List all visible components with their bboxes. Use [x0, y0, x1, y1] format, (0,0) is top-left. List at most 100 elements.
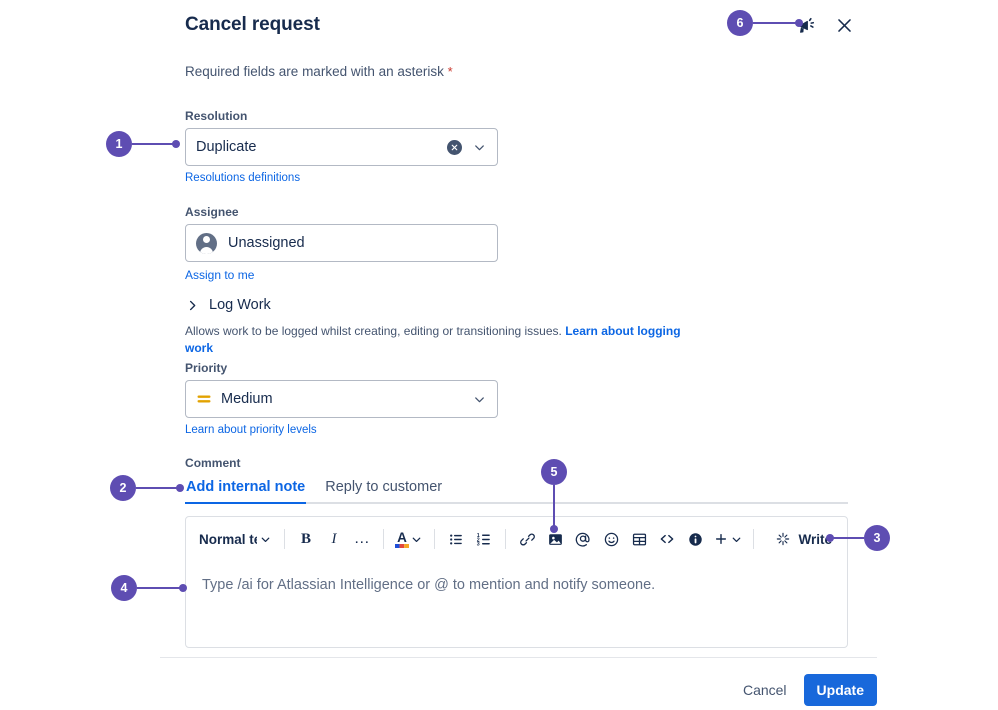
annotation-badge-2: 2 — [110, 475, 136, 501]
italic-button[interactable]: I — [321, 526, 347, 552]
text-format-group: B I … — [293, 526, 375, 552]
annotation-leader-line — [136, 486, 180, 489]
svg-text:3: 3 — [476, 541, 479, 547]
person-avatar-icon — [196, 232, 217, 254]
link-button[interactable] — [514, 526, 540, 552]
chevron-down-icon — [732, 537, 741, 542]
annotation-badge-3: 3 — [864, 525, 890, 551]
update-button[interactable]: Update — [803, 674, 877, 706]
mention-button[interactable] — [570, 526, 596, 552]
comment-placeholder: Type /ai for Atlassian Intelligence or @… — [202, 577, 656, 593]
annotation-endpoint-dot — [179, 584, 187, 592]
log-work-label: Log Work — [209, 297, 271, 313]
ai-sparkle-icon — [775, 531, 791, 547]
more-formatting-label: … — [353, 530, 371, 547]
dialog-footer: Cancel Update — [185, 672, 877, 708]
list-group: 1 2 3 — [443, 526, 497, 552]
required-asterisk: * — [447, 64, 453, 79]
text-style-select[interactable]: Normal text — [195, 529, 276, 550]
comment-editor: Normal text B I … — [185, 516, 848, 648]
bold-button[interactable]: B — [293, 526, 319, 552]
info-panel-button[interactable] — [682, 526, 708, 552]
comment-section: Comment Add internal note Reply to custo… — [185, 456, 848, 504]
annotation-callout-2: 2 — [110, 475, 184, 501]
annotation-callout-4: 4 — [111, 575, 187, 601]
log-work-description-text: Allows work to be logged whilst creating… — [185, 324, 562, 338]
required-fields-text: Required fields are marked with an aster… — [185, 64, 444, 79]
comment-editor-body[interactable]: Type /ai for Atlassian Intelligence or @… — [186, 561, 847, 593]
required-fields-note: Required fields are marked with an aster… — [185, 64, 453, 79]
code-button[interactable] — [654, 526, 680, 552]
resolution-value: Duplicate — [196, 139, 257, 155]
log-work-description: Allows work to be logged whilst creating… — [185, 323, 705, 357]
more-formatting-button[interactable]: … — [349, 526, 375, 552]
numbered-list-button[interactable]: 1 2 3 — [471, 526, 497, 552]
toolbar-divider — [383, 529, 384, 549]
toolbar-divider — [434, 529, 435, 549]
close-icon[interactable] — [831, 12, 857, 38]
annotation-endpoint-dot — [172, 140, 180, 148]
resolution-select[interactable]: Duplicate — [185, 128, 498, 166]
assignee-select[interactable]: Unassigned — [185, 224, 498, 262]
resolution-field: Resolution Duplicate Resolutions definit… — [185, 109, 498, 186]
annotation-leader-line — [132, 142, 176, 145]
priority-value: Medium — [221, 391, 273, 407]
chevron-down-icon[interactable] — [472, 392, 487, 407]
annotation-callout-1: 1 — [106, 131, 180, 157]
annotation-leader-line — [753, 21, 799, 24]
assignee-value: Unassigned — [228, 235, 305, 251]
clear-icon[interactable] — [447, 139, 462, 155]
assignee-field: Assignee Unassigned Assign to me — [185, 205, 498, 284]
learn-about-priority-levels-link[interactable]: Learn about priority levels — [185, 424, 317, 436]
annotation-endpoint-dot — [176, 484, 184, 492]
chevron-right-icon — [185, 298, 200, 313]
insert-group — [514, 526, 746, 552]
cancel-button[interactable]: Cancel — [732, 675, 798, 705]
text-color-group: A — [392, 526, 426, 552]
annotation-endpoint-dot — [550, 525, 558, 533]
priority-medium-icon — [196, 391, 212, 407]
chevron-down-icon — [259, 533, 272, 546]
dialog-header: Cancel request — [185, 8, 857, 42]
assignee-label: Assignee — [185, 205, 239, 219]
annotation-leader-line — [830, 536, 864, 539]
text-color-button[interactable]: A — [392, 526, 426, 552]
resolutions-definitions-link[interactable]: Resolutions definitions — [185, 172, 300, 184]
annotation-callout-5: 5 — [541, 459, 567, 533]
priority-select[interactable]: Medium — [185, 380, 498, 418]
table-button[interactable] — [626, 526, 652, 552]
annotation-badge-4: 4 — [111, 575, 137, 601]
header-actions — [793, 12, 857, 38]
toolbar-divider — [505, 529, 506, 549]
reply-to-customer-tab[interactable]: Reply to customer — [324, 475, 443, 502]
annotation-endpoint-dot — [795, 19, 803, 27]
bold-button-label: B — [300, 530, 311, 547]
annotation-callout-6: 6 — [727, 10, 803, 36]
priority-field: Priority Medium Learn about priority lev… — [185, 361, 498, 438]
annotation-badge-1: 1 — [106, 131, 132, 157]
toolbar-divider — [753, 529, 755, 549]
bullet-list-button[interactable] — [443, 526, 469, 552]
annotation-badge-6: 6 — [727, 10, 753, 36]
assign-to-me-link[interactable]: Assign to me — [185, 268, 254, 282]
log-work-toggle[interactable]: Log Work — [185, 297, 705, 313]
priority-label: Priority — [185, 361, 228, 375]
emoji-button[interactable] — [598, 526, 624, 552]
annotation-leader-line — [137, 586, 183, 589]
annotation-leader-line — [552, 485, 555, 529]
avatar — [196, 232, 228, 254]
log-work-section: Log Work Allows work to be logged whilst… — [185, 297, 705, 357]
resolution-label: Resolution — [185, 109, 248, 123]
insert-more-button[interactable] — [710, 526, 746, 552]
page-title: Cancel request — [185, 14, 320, 35]
chevron-down-icon — [412, 537, 421, 542]
text-style-value: Normal text — [199, 531, 257, 547]
add-internal-note-tab[interactable]: Add internal note — [185, 475, 307, 504]
text-color-letter: A — [397, 529, 407, 545]
annotation-badge-5: 5 — [541, 459, 567, 485]
cancel-request-dialog: Cancel request Required fields are marke… — [0, 0, 998, 710]
footer-divider — [160, 657, 877, 658]
comment-tabs: Add internal note Reply to customer — [185, 475, 848, 504]
chevron-down-icon[interactable] — [472, 140, 487, 155]
comment-label: Comment — [185, 456, 241, 470]
